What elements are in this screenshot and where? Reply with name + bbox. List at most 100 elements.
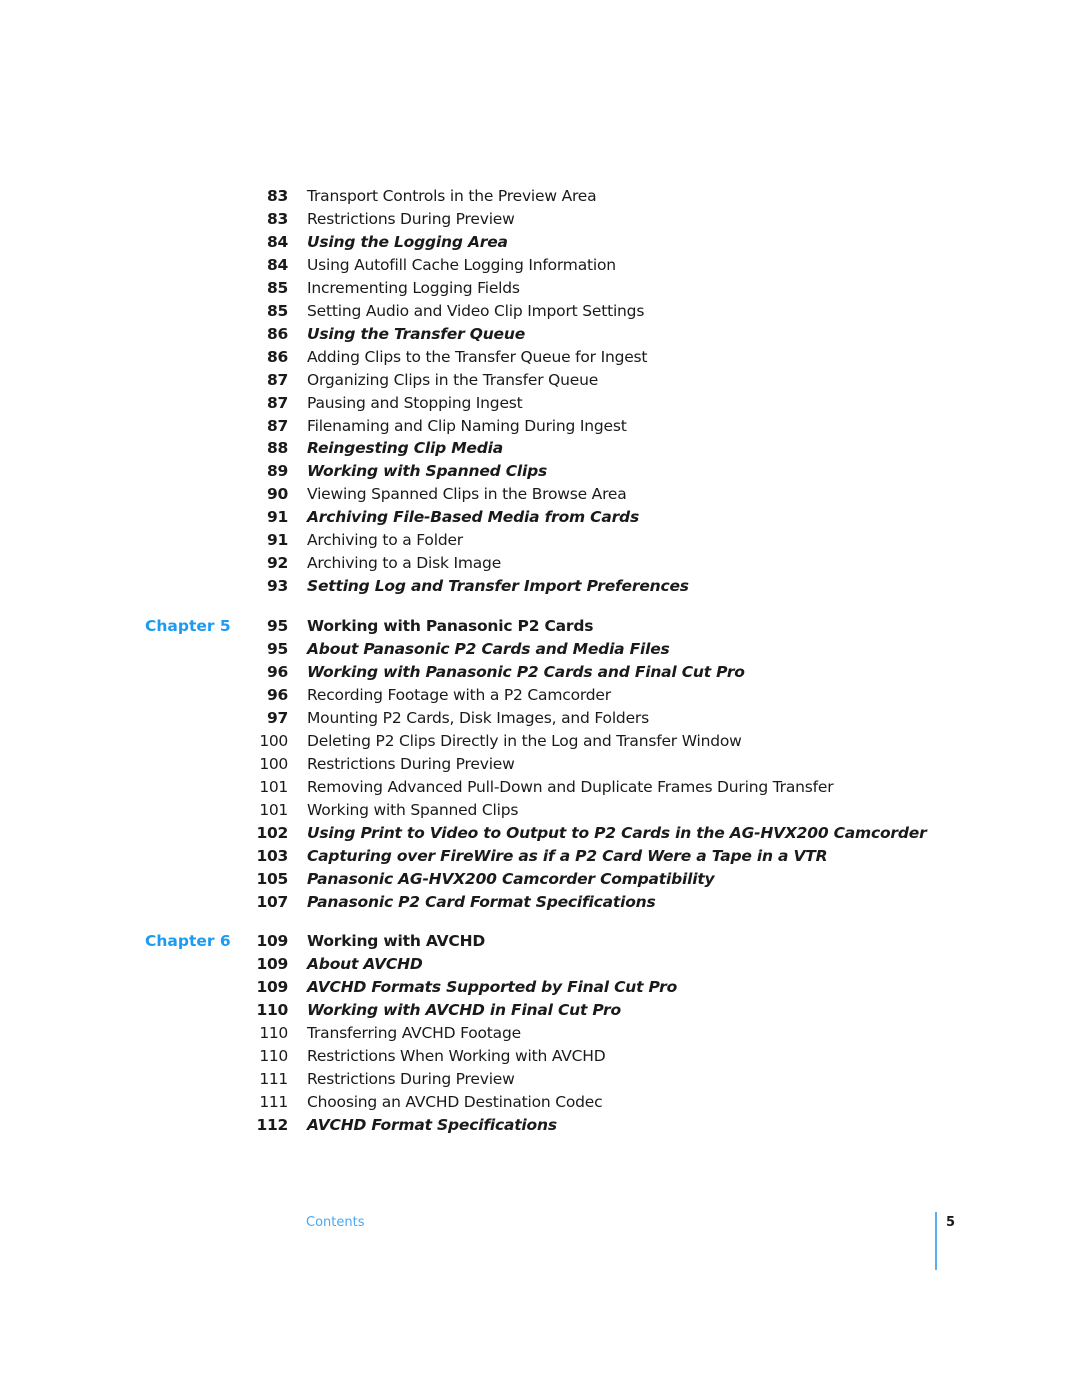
toc-entry[interactable]: 93 Setting Log and Transfer Import Prefer…: [0, 575, 1080, 598]
toc-entry[interactable]: 103 Capturing over FireWire as if a P2 Ca…: [0, 845, 1080, 868]
toc-entry[interactable]: 84 Using the Logging Area: [0, 231, 1080, 254]
toc-entry-title[interactable]: Restrictions When Working with AVCHD: [307, 1045, 606, 1068]
toc-entry[interactable]: 86 Adding Clips to the Transfer Queue for…: [0, 346, 1080, 369]
toc-entry-title[interactable]: Archiving to a Disk Image: [307, 552, 501, 575]
toc-entry-title[interactable]: Using the Transfer Queue: [307, 323, 525, 346]
toc-page-number: 109: [256, 932, 289, 951]
toc-entry-title[interactable]: Panasonic P2 Card Format Specifications: [307, 891, 656, 914]
toc-entry[interactable]: 110 Transferring AVCHD Footage: [0, 1022, 1080, 1045]
toc-entry[interactable]: 91 Archiving to a Folder: [0, 529, 1080, 552]
toc-page-number: 88: [267, 439, 288, 458]
toc-page-number: 84: [267, 255, 288, 274]
toc-page-number: 100: [259, 731, 288, 750]
toc-entry-title[interactable]: About Panasonic P2 Cards and Media Files: [307, 638, 670, 661]
toc-page-number: 111: [259, 1070, 288, 1089]
toc-entry-title[interactable]: Adding Clips to the Transfer Queue for I…: [307, 346, 647, 369]
toc-entry-title[interactable]: Panasonic AG-HVX200 Camcorder Compatibil…: [307, 868, 715, 891]
toc-entry[interactable]: 89 Working with Spanned Clips: [0, 460, 1080, 483]
toc-entry[interactable]: 83 Restrictions During Preview: [0, 208, 1080, 231]
toc-entry-title[interactable]: Working with Spanned Clips: [307, 460, 547, 483]
toc-page-number: 103: [256, 846, 289, 865]
toc-entry[interactable]: 87 Pausing and Stopping Ingest: [0, 392, 1080, 415]
toc-entry-title[interactable]: AVCHD Formats Supported by Final Cut Pro: [307, 976, 677, 999]
toc-page-number: 107: [256, 892, 289, 911]
chapter-entry[interactable]: Chapter 6 109 Working with AVCHD: [0, 930, 1080, 953]
toc-entry-title[interactable]: Working with Panasonic P2 Cards: [307, 615, 594, 638]
toc-entry-title[interactable]: Working with AVCHD in Final Cut Pro: [307, 999, 621, 1022]
toc-entry[interactable]: 100 Restrictions During Preview: [0, 753, 1080, 776]
chapter-label: Chapter 5: [145, 617, 231, 636]
toc-entry-title[interactable]: Incrementing Logging Fields: [307, 277, 520, 300]
toc-entry[interactable]: 96 Working with Panasonic P2 Cards and Fi…: [0, 661, 1080, 684]
toc-entry-title[interactable]: Working with AVCHD: [307, 930, 485, 953]
toc-entry[interactable]: 97 Mounting P2 Cards, Disk Images, and Fo…: [0, 707, 1080, 730]
footer-divider: [935, 1212, 937, 1270]
toc-entry-title[interactable]: Restrictions During Preview: [307, 1068, 515, 1091]
toc-entry-title[interactable]: Using Autofill Cache Logging Information: [307, 254, 616, 277]
toc-entry-title[interactable]: Pausing and Stopping Ingest: [307, 392, 523, 415]
toc-page-number: 95: [267, 640, 288, 659]
toc-entry-title[interactable]: Setting Log and Transfer Import Preferen…: [307, 575, 689, 598]
toc-entry[interactable]: 105 Panasonic AG-HVX200 Camcorder Compati…: [0, 868, 1080, 891]
toc-entry-title[interactable]: Archiving File-Based Media from Cards: [307, 506, 639, 529]
toc-entry[interactable]: 95 About Panasonic P2 Cards and Media Fil…: [0, 638, 1080, 661]
toc-entry-title[interactable]: About AVCHD: [307, 953, 423, 976]
toc-entry[interactable]: 111 Choosing an AVCHD Destination Codec: [0, 1091, 1080, 1114]
toc-entry[interactable]: 85 Incrementing Logging Fields: [0, 277, 1080, 300]
toc-page-number: 97: [267, 708, 288, 727]
toc-page-number: 84: [267, 232, 288, 251]
toc-page-number: 96: [267, 663, 288, 681]
toc-entry-title[interactable]: Using the Logging Area: [307, 231, 508, 254]
toc-entry-title[interactable]: Transport Controls in the Preview Area: [307, 185, 597, 208]
toc-page-number: 109: [256, 955, 289, 974]
toc-entry-title[interactable]: Working with Spanned Clips: [307, 799, 518, 822]
toc-entry-title[interactable]: Restrictions During Preview: [307, 208, 515, 231]
toc-entry[interactable]: 88 Reingesting Clip Media: [0, 437, 1080, 460]
toc-entry[interactable]: 83 Transport Controls in the Preview Area: [0, 185, 1080, 208]
toc-entry[interactable]: 107 Panasonic P2 Card Format Specificatio…: [0, 891, 1080, 914]
toc-entry[interactable]: 87 Filenaming and Clip Naming During Inge…: [0, 415, 1080, 438]
toc-entry[interactable]: 109 AVCHD Formats Supported by Final Cut …: [0, 976, 1080, 999]
toc-entry-title[interactable]: Transferring AVCHD Footage: [307, 1022, 521, 1045]
toc-entry-title[interactable]: Capturing over FireWire as if a P2 Card …: [307, 845, 828, 868]
toc-entry-title[interactable]: Reingesting Clip Media: [307, 437, 503, 460]
toc-entry-title[interactable]: Deleting P2 Clips Directly in the Log an…: [307, 730, 742, 753]
footer-section-link[interactable]: Contents: [306, 1215, 364, 1230]
toc-entry[interactable]: 111 Restrictions During Preview: [0, 1068, 1080, 1091]
toc-entry[interactable]: 85 Setting Audio and Video Clip Import Se…: [0, 300, 1080, 323]
toc-entry-title[interactable]: Removing Advanced Pull-Down and Duplicat…: [307, 776, 834, 799]
toc-entry[interactable]: 100 Deleting P2 Clips Directly in the Log…: [0, 730, 1080, 753]
toc-entry[interactable]: 110 Restrictions When Working with AVCHD: [0, 1045, 1080, 1068]
toc-entry-title[interactable]: Organizing Clips in the Transfer Queue: [307, 369, 598, 392]
toc-entry-title[interactable]: Working with Panasonic P2 Cards and Fina…: [307, 661, 745, 684]
toc-entry[interactable]: 84 Using Autofill Cache Logging Informati…: [0, 254, 1080, 277]
toc-entry[interactable]: 90 Viewing Spanned Clips in the Browse Ar…: [0, 483, 1080, 506]
chapter-entry[interactable]: Chapter 5 95 Working with Panasonic P2 Car…: [0, 615, 1080, 638]
toc-entry-title[interactable]: Viewing Spanned Clips in the Browse Area: [307, 483, 627, 506]
toc-page-number: 86: [267, 324, 288, 343]
toc-entry[interactable]: 110 Working with AVCHD in Final Cut Pro: [0, 999, 1080, 1022]
chapter-label: Chapter 6: [145, 932, 231, 951]
toc-entry-title[interactable]: Filenaming and Clip Naming During Ingest: [307, 415, 627, 438]
toc-entry-title[interactable]: Mounting P2 Cards, Disk Images, and Fold…: [307, 707, 649, 730]
toc-entry[interactable]: 112 AVCHD Format Specifications: [0, 1114, 1080, 1137]
toc-entry-title[interactable]: Archiving to a Folder: [307, 529, 463, 552]
toc-entry[interactable]: 91 Archiving File-Based Media from Cards: [0, 506, 1080, 529]
toc-entry-title[interactable]: Using Print to Video to Output to P2 Car…: [307, 822, 927, 845]
toc-entry-title[interactable]: Choosing an AVCHD Destination Codec: [307, 1091, 603, 1114]
toc-page-number: 110: [259, 1047, 288, 1066]
toc-page-number: 83: [267, 187, 288, 205]
toc-entry[interactable]: 87 Organizing Clips in the Transfer Queue: [0, 369, 1080, 392]
toc-page-number: 91: [267, 508, 288, 527]
toc-entry[interactable]: 96 Recording Footage with a P2 Camcorder: [0, 684, 1080, 707]
toc-entry-title[interactable]: Recording Footage with a P2 Camcorder: [307, 684, 611, 707]
toc-entry-title[interactable]: AVCHD Format Specifications: [307, 1114, 557, 1137]
toc-entry[interactable]: 101 Removing Advanced Pull-Down and Dupli…: [0, 776, 1080, 799]
toc-entry[interactable]: 109 About AVCHD: [0, 953, 1080, 976]
toc-entry[interactable]: 102 Using Print to Video to Output to P2 …: [0, 822, 1080, 845]
toc-entry[interactable]: 92 Archiving to a Disk Image: [0, 552, 1080, 575]
toc-entry[interactable]: 101 Working with Spanned Clips: [0, 799, 1080, 822]
toc-entry-title[interactable]: Restrictions During Preview: [307, 753, 515, 776]
toc-entry-title[interactable]: Setting Audio and Video Clip Import Sett…: [307, 300, 644, 323]
toc-entry[interactable]: 86 Using the Transfer Queue: [0, 323, 1080, 346]
